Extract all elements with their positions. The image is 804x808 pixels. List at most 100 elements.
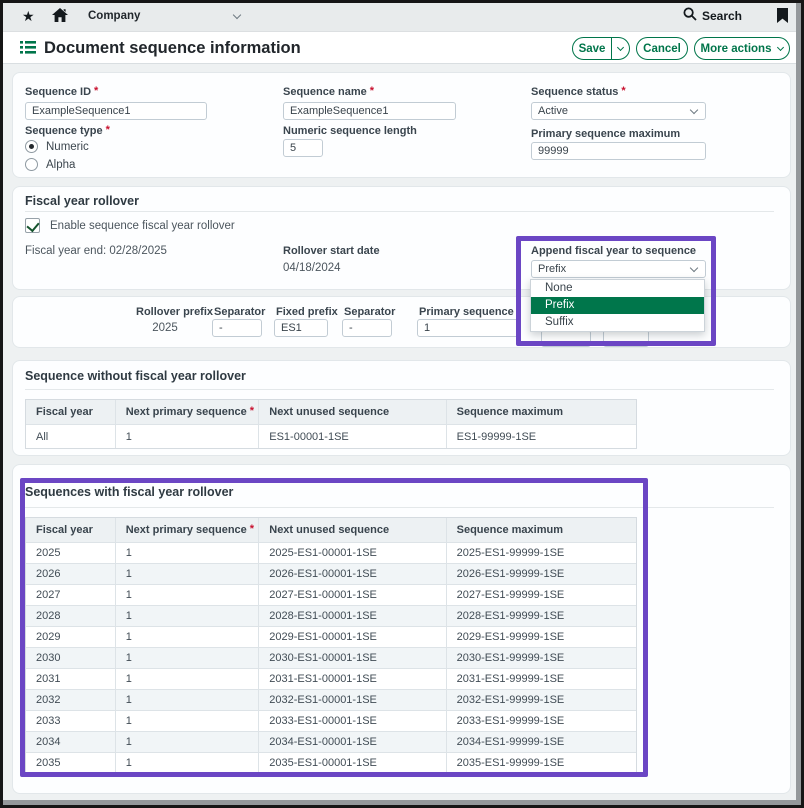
obscured-field[interactable] — [603, 330, 649, 347]
dropdown-option-prefix[interactable]: Prefix — [531, 297, 704, 314]
append-fiscal-year-label: Append fiscal year to sequence — [531, 245, 696, 257]
table-cell: 2030-ES1-99999-1SE — [447, 648, 636, 668]
table-without-title: Sequence without fiscal year rollover — [25, 369, 246, 383]
table-cell: 1 — [116, 564, 260, 584]
primary-sequence-maximum-input[interactable] — [531, 142, 706, 160]
table-cell: 2032-ES1-00001-1SE — [259, 690, 446, 710]
save-dropdown-button[interactable] — [612, 48, 629, 50]
table-cell: 2029 — [26, 627, 116, 647]
table-header-cell: Next unused sequence — [259, 400, 446, 424]
table-cell: 2035-ES1-99999-1SE — [447, 753, 636, 773]
required-marker: * — [621, 85, 625, 97]
append-fiscal-year-value: Prefix — [538, 263, 566, 275]
table-cell: 2030 — [26, 648, 116, 668]
append-fiscal-year-dropdown-list: NonePrefixSuffix — [530, 279, 705, 332]
sequences-with-rollover-table: Fiscal yearNext primary sequence*Next un… — [25, 517, 637, 774]
fixed-prefix-input[interactable] — [274, 319, 328, 337]
sequence-type-label: Sequence type* — [25, 125, 110, 137]
sequence-id-label: Sequence ID* — [25, 86, 98, 98]
chevron-down-icon — [690, 263, 698, 271]
record-list-icon[interactable] — [20, 41, 36, 59]
primary-sequence-label: Primary sequence* — [419, 306, 521, 318]
more-actions-button[interactable]: More actions — [694, 37, 790, 60]
sequence-form-card: Sequence ID* Sequence name* Sequence sta… — [12, 72, 791, 178]
table-cell: 1 — [116, 669, 260, 689]
favorite-star-icon[interactable]: ★ — [22, 8, 35, 24]
section-divider — [25, 211, 774, 212]
table-cell: 2025-ES1-00001-1SE — [259, 543, 446, 563]
radio-numeric[interactable]: Numeric — [25, 140, 89, 153]
required-marker: * — [517, 305, 521, 317]
section-divider — [25, 507, 774, 508]
chevron-down-icon — [617, 43, 624, 50]
top-navigation-bar: ★ Company Search — [0, 0, 804, 32]
table-cell: 2027-ES1-99999-1SE — [447, 585, 636, 605]
enable-rollover-label: Enable sequence fiscal year rollover — [50, 220, 235, 232]
table-row: 203112031-ES1-00001-1SE2031-ES1-99999-1S… — [26, 668, 636, 689]
company-selector[interactable]: Company — [88, 0, 240, 32]
required-marker: * — [370, 85, 374, 97]
sequence-status-select[interactable]: Active — [531, 102, 706, 120]
rollover-prefix-label: Rollover prefix — [136, 306, 213, 318]
table-cell: All — [26, 425, 116, 448]
radio-alpha-label: Alpha — [46, 159, 75, 171]
numeric-sequence-length-input[interactable] — [283, 139, 323, 157]
dropdown-option-none[interactable]: None — [531, 280, 704, 297]
home-icon[interactable] — [52, 8, 68, 28]
table-cell: 1 — [116, 606, 260, 626]
required-marker: * — [250, 523, 254, 535]
sequence-name-input[interactable] — [283, 102, 456, 120]
obscured-field[interactable] — [541, 330, 591, 347]
enable-rollover-checkbox[interactable]: Enable sequence fiscal year rollover — [25, 218, 235, 233]
checkbox-icon — [25, 218, 40, 233]
table-cell: 2033-ES1-99999-1SE — [447, 711, 636, 731]
separator2-input[interactable] — [342, 319, 392, 337]
table-header-cell: Next unused sequence — [259, 518, 446, 542]
table-row: 203212032-ES1-00001-1SE2032-ES1-99999-1S… — [26, 689, 636, 710]
bookmark-icon[interactable] — [777, 8, 788, 28]
table-body: 202512025-ES1-00001-1SE2025-ES1-99999-1S… — [26, 542, 636, 773]
table-cell: 2033-ES1-00001-1SE — [259, 711, 446, 731]
table-header-row: Fiscal yearNext primary sequence*Next un… — [26, 400, 636, 424]
table-cell: 2026-ES1-99999-1SE — [447, 564, 636, 584]
table-cell: 2034-ES1-00001-1SE — [259, 732, 446, 752]
append-fiscal-year-select[interactable]: Prefix — [531, 260, 706, 278]
table-cell: 1 — [116, 711, 260, 731]
sequence-id-input[interactable] — [25, 102, 207, 120]
table-cell: 2025-ES1-99999-1SE — [447, 543, 636, 563]
horizontal-scrollbar[interactable] — [3, 800, 801, 805]
table-cell: 1 — [116, 732, 260, 752]
table-row: 203412034-ES1-00001-1SE2034-ES1-99999-1S… — [26, 731, 636, 752]
save-button[interactable]: Save — [572, 37, 630, 60]
required-marker: * — [94, 85, 98, 97]
table-cell: 2034-ES1-99999-1SE — [447, 732, 636, 752]
table-cell: 2032 — [26, 690, 116, 710]
company-selector-label: Company — [88, 10, 140, 22]
chevron-down-icon — [777, 43, 784, 50]
sequence-without-rollover-table: Fiscal yearNext primary sequence*Next un… — [25, 399, 637, 449]
table-row: All1ES1-00001-1SEES1-99999-1SE — [26, 424, 636, 448]
fiscal-year-end-text: Fiscal year end: 02/28/2025 — [25, 245, 167, 257]
primary-sequence-input[interactable] — [417, 319, 521, 337]
table-cell: ES1-99999-1SE — [447, 425, 636, 448]
dropdown-option-suffix[interactable]: Suffix — [531, 314, 704, 331]
table-row: 202712027-ES1-00001-1SE2027-ES1-99999-1S… — [26, 584, 636, 605]
separator1-input[interactable] — [212, 319, 262, 337]
table-header-cell: Sequence maximum — [447, 518, 636, 542]
table-row: 202612026-ES1-00001-1SE2026-ES1-99999-1S… — [26, 563, 636, 584]
radio-alpha[interactable]: Alpha — [25, 158, 75, 171]
search-icon — [683, 7, 697, 26]
table-cell: 2026-ES1-00001-1SE — [259, 564, 446, 584]
table-header-cell: Next primary sequence* — [116, 518, 260, 542]
save-button-label: Save — [573, 39, 611, 59]
cancel-button[interactable]: Cancel — [636, 37, 688, 60]
table-cell: 1 — [116, 425, 260, 448]
separator2-label: Separator — [344, 306, 395, 318]
table-cell: 1 — [116, 753, 260, 773]
cancel-button-label: Cancel — [643, 43, 681, 55]
search-button[interactable]: Search — [683, 0, 742, 32]
vertical-scrollbar[interactable] — [796, 3, 801, 805]
table-cell: ES1-00001-1SE — [259, 425, 446, 448]
required-marker: * — [106, 124, 110, 136]
table-row: 202512025-ES1-00001-1SE2025-ES1-99999-1S… — [26, 542, 636, 563]
